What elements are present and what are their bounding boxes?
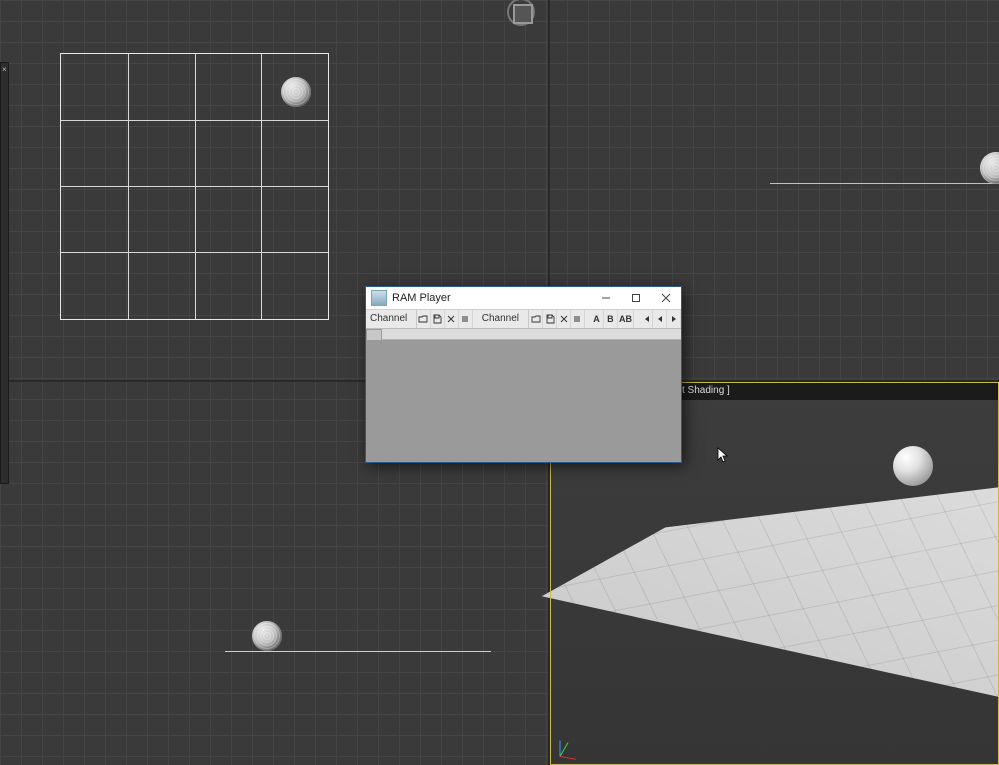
viewcube[interactable] [501, 0, 541, 32]
left-view-plane-edge[interactable] [225, 651, 491, 652]
window-maximize-button[interactable] [621, 287, 651, 309]
flyout-close-glyph: × [2, 65, 7, 74]
channel-a-open-button[interactable] [417, 310, 431, 328]
dialog-app-icon [371, 290, 387, 306]
axis-tripod [556, 731, 586, 761]
window-minimize-button[interactable] [591, 287, 621, 309]
app-stage: × t Shading ] [0, 0, 999, 765]
show-channel-b-button[interactable]: B [604, 310, 618, 328]
axis-x-icon [560, 756, 576, 760]
plane-gridline [195, 54, 196, 319]
channel-a-close-button[interactable] [445, 310, 459, 328]
viewport-label-text: t Shading ] [682, 385, 730, 396]
plane-gridline [128, 54, 129, 319]
dialog-titlebar[interactable]: RAM Player [366, 287, 681, 310]
channel-b-label: Channel B: [478, 310, 530, 328]
mouse-cursor-icon [717, 447, 729, 465]
playback-first-frame-button[interactable] [639, 310, 653, 328]
plane-gridline [261, 54, 262, 319]
dialog-title-text: RAM Player [392, 292, 591, 304]
channel-b-save-button[interactable] [543, 310, 557, 328]
dialog-toolbar: Channel A: Channel B: [366, 310, 681, 329]
playback-prev-frame-button[interactable] [653, 310, 667, 328]
left-flyout-panel[interactable]: × [0, 62, 9, 484]
channel-a-label: Channel A: [366, 310, 417, 328]
viewcube-face-icon [513, 4, 533, 24]
channel-b-options-button[interactable] [571, 310, 585, 328]
top-view-sphere[interactable] [281, 77, 311, 107]
channel-a-options-button[interactable] [459, 310, 473, 328]
show-channel-a-button[interactable]: A [590, 310, 604, 328]
playback-play-button[interactable] [667, 310, 681, 328]
perspective-ground-plane[interactable] [530, 462, 999, 765]
ground-shading [530, 462, 999, 765]
playback-slider-thumb[interactable] [366, 329, 382, 341]
playback-slider[interactable] [366, 329, 681, 340]
axis-y-icon [560, 742, 569, 756]
channel-b-open-button[interactable] [529, 310, 543, 328]
perspective-sphere[interactable] [893, 446, 933, 486]
show-channel-ab-button[interactable]: AB [618, 310, 634, 328]
window-close-button[interactable] [651, 287, 681, 309]
channel-b-close-button[interactable] [557, 310, 571, 328]
ram-player-canvas [366, 340, 681, 462]
channel-a-save-button[interactable] [431, 310, 445, 328]
left-view-sphere[interactable] [252, 621, 282, 651]
ram-player-dialog[interactable]: RAM Player Channel A: [365, 286, 682, 463]
front-view-plane-edge[interactable] [770, 183, 999, 184]
